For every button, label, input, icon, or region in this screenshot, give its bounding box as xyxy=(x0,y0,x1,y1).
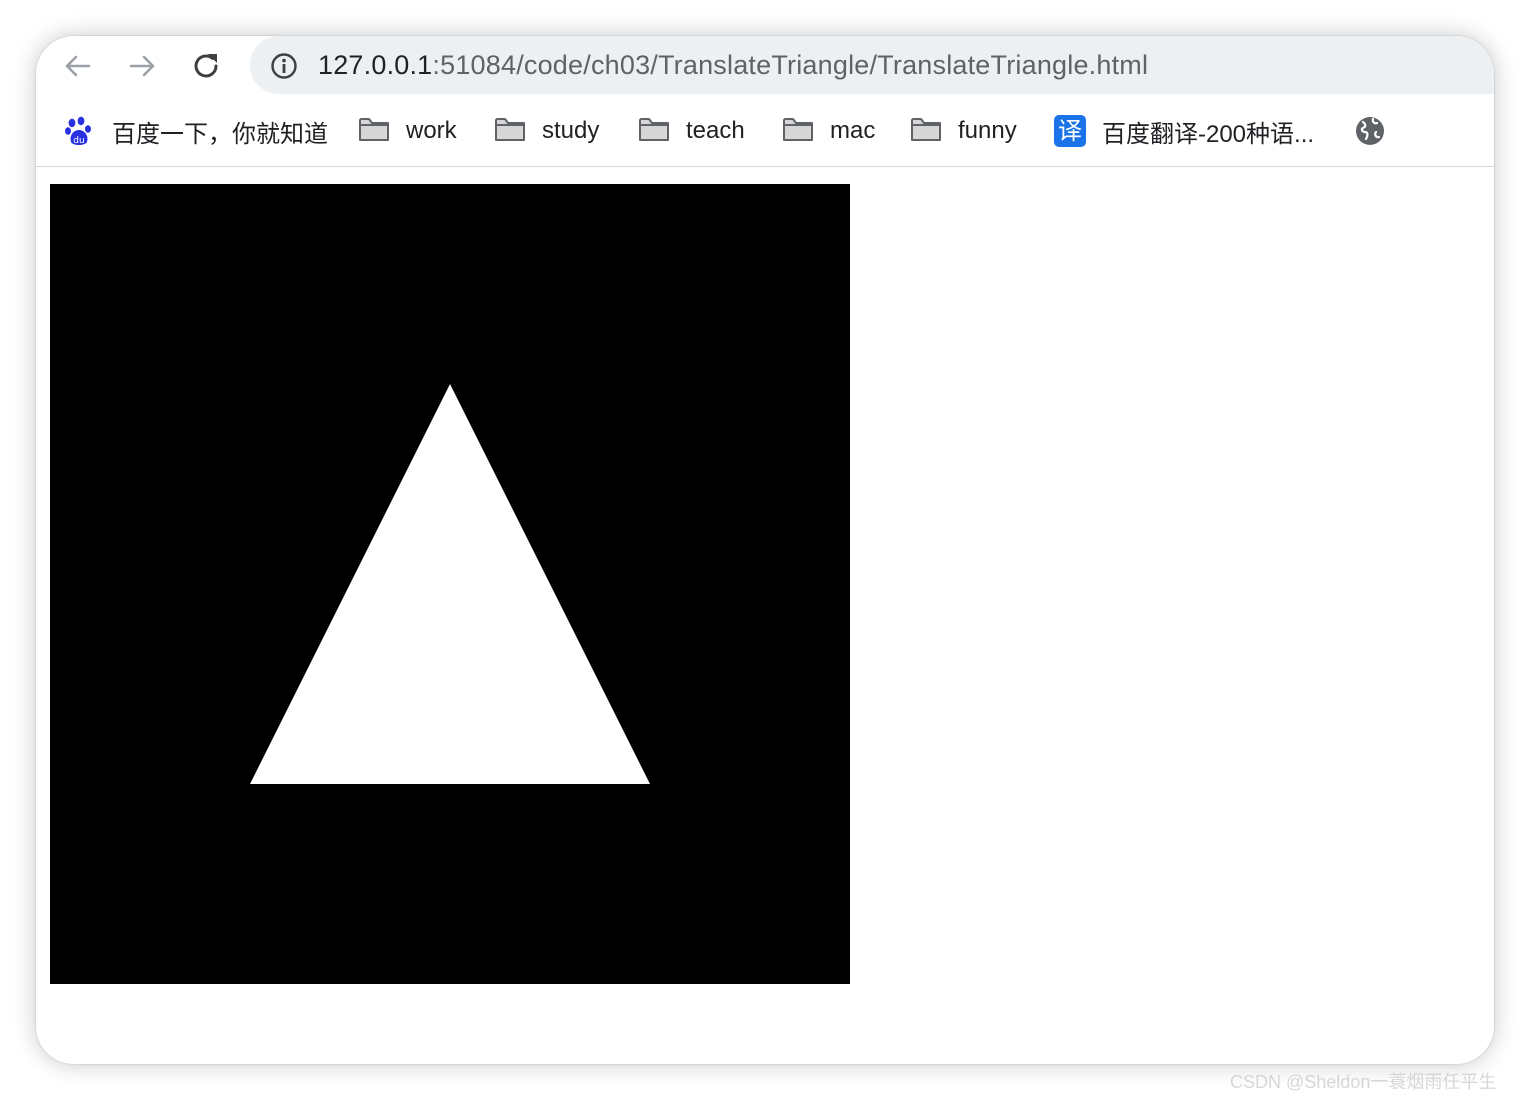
bookmark-work[interactable]: work xyxy=(358,114,457,148)
reload-button[interactable] xyxy=(186,46,226,86)
back-button[interactable] xyxy=(58,46,98,86)
arrow-left-icon xyxy=(65,55,91,77)
baidu-paw-icon: du xyxy=(64,115,96,147)
globe-icon xyxy=(1354,115,1386,147)
translate-icon: 译 xyxy=(1054,115,1086,147)
bookmark-label: mac xyxy=(830,117,876,144)
bookmark-label: work xyxy=(406,117,457,144)
forward-button[interactable] xyxy=(122,46,162,86)
watermark-text: CSDN @Sheldon一蓑烟雨任平生 xyxy=(1230,1072,1497,1092)
page-content xyxy=(36,167,1494,1064)
bookmark-label: study xyxy=(542,117,600,144)
browser-window: 127.0.0.1:51084/code/ch03/TranslateTrian… xyxy=(36,36,1494,1064)
bookmark-label: teach xyxy=(686,117,745,144)
folder-icon xyxy=(638,115,670,147)
url-host: 127.0.0.1 xyxy=(318,50,433,80)
reload-icon xyxy=(194,54,218,78)
arrow-right-icon xyxy=(129,55,155,77)
bookmarks-bar: du 百度一下，你就知道 work study teach mac funny … xyxy=(36,98,1494,167)
folder-icon xyxy=(494,115,526,147)
browser-toolbar: 127.0.0.1:51084/code/ch03/TranslateTrian… xyxy=(36,36,1494,98)
url-text[interactable]: 127.0.0.1:51084/code/ch03/TranslateTrian… xyxy=(318,48,1148,82)
bookmark-label: funny xyxy=(958,117,1017,144)
bookmark-mac[interactable]: mac xyxy=(782,114,875,148)
webgl-canvas[interactable] xyxy=(50,184,850,984)
url-path: :51084/code/ch03/TranslateTriangle/Trans… xyxy=(432,50,1149,80)
address-bar[interactable]: 127.0.0.1:51084/code/ch03/TranslateTrian… xyxy=(250,36,1494,94)
bookmark-teach[interactable]: teach xyxy=(638,114,745,148)
svg-text:du: du xyxy=(73,136,84,146)
bookmark-study[interactable]: study xyxy=(494,114,599,148)
bookmark-baidu[interactable]: du 百度一下，你就知道 xyxy=(64,114,328,148)
bookmark-baidu-translate[interactable]: 译 百度翻译-200种语... xyxy=(1054,114,1314,148)
info-icon[interactable] xyxy=(270,52,298,80)
folder-icon xyxy=(782,115,814,147)
bookmark-label: 百度翻译-200种语... xyxy=(1102,120,1315,148)
bookmark-funny[interactable]: funny xyxy=(910,114,1017,148)
folder-icon xyxy=(910,115,942,147)
bookmark-label: 百度一下，你就知道 xyxy=(112,120,328,148)
bookmark-globe[interactable] xyxy=(1354,114,1402,148)
folder-icon xyxy=(358,115,390,147)
